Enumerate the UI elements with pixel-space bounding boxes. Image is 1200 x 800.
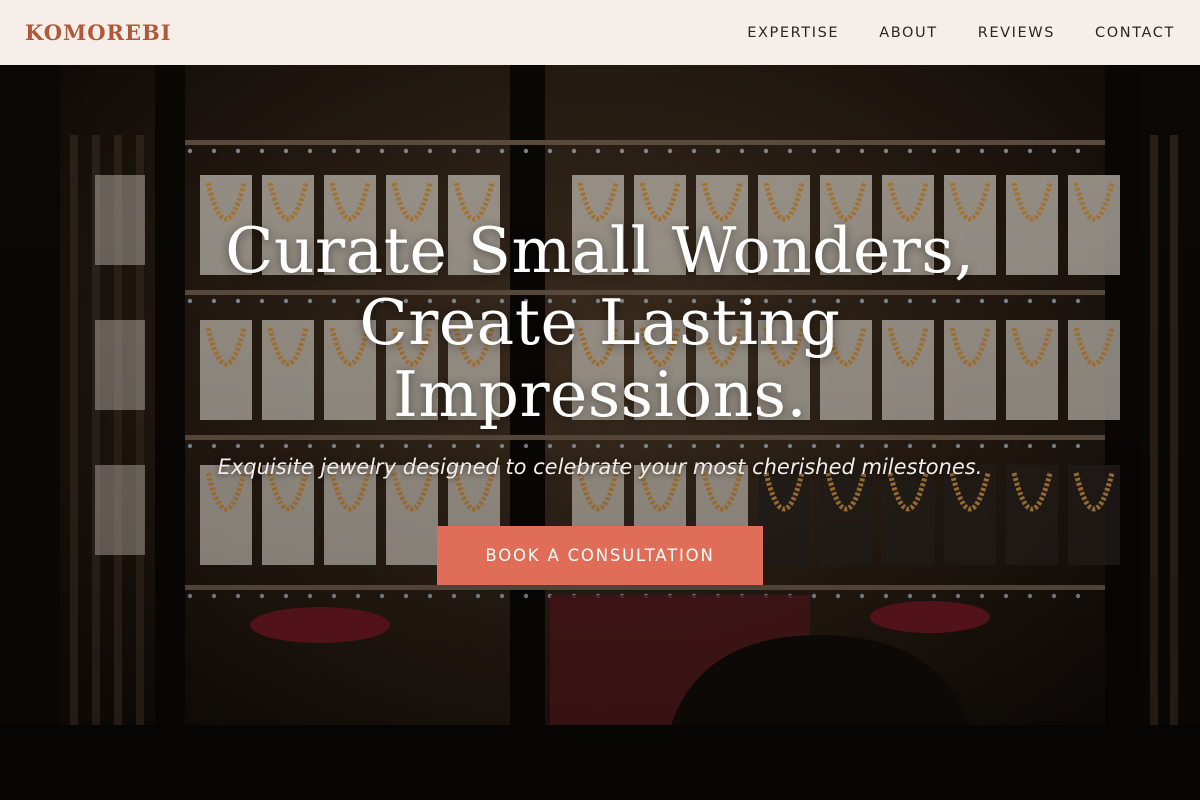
hero-section: Curate Small Wonders, Create Lasting Imp… <box>0 65 1200 800</box>
main-nav: EXPERTISE ABOUT REVIEWS CONTACT <box>747 25 1175 41</box>
logo[interactable]: KOMOREBI <box>25 20 172 45</box>
hero-overlay <box>0 65 1200 800</box>
site-header: KOMOREBI EXPERTISE ABOUT REVIEWS CONTACT <box>0 0 1200 65</box>
headline-line-2: Create Lasting <box>359 286 841 359</box>
hero-subheadline: Exquisite jewelry designed to celebrate … <box>217 455 983 479</box>
book-consultation-button[interactable]: BOOK A CONSULTATION <box>437 526 763 585</box>
headline-line-3: Impressions. <box>392 358 808 431</box>
headline-line-1: Curate Small Wonders, <box>225 214 975 287</box>
nav-reviews[interactable]: REVIEWS <box>978 25 1055 41</box>
hero-headline: Curate Small Wonders, Create Lasting Imp… <box>100 215 1100 431</box>
nav-about[interactable]: ABOUT <box>879 25 938 41</box>
nav-expertise[interactable]: EXPERTISE <box>747 25 839 41</box>
nav-contact[interactable]: CONTACT <box>1095 25 1175 41</box>
